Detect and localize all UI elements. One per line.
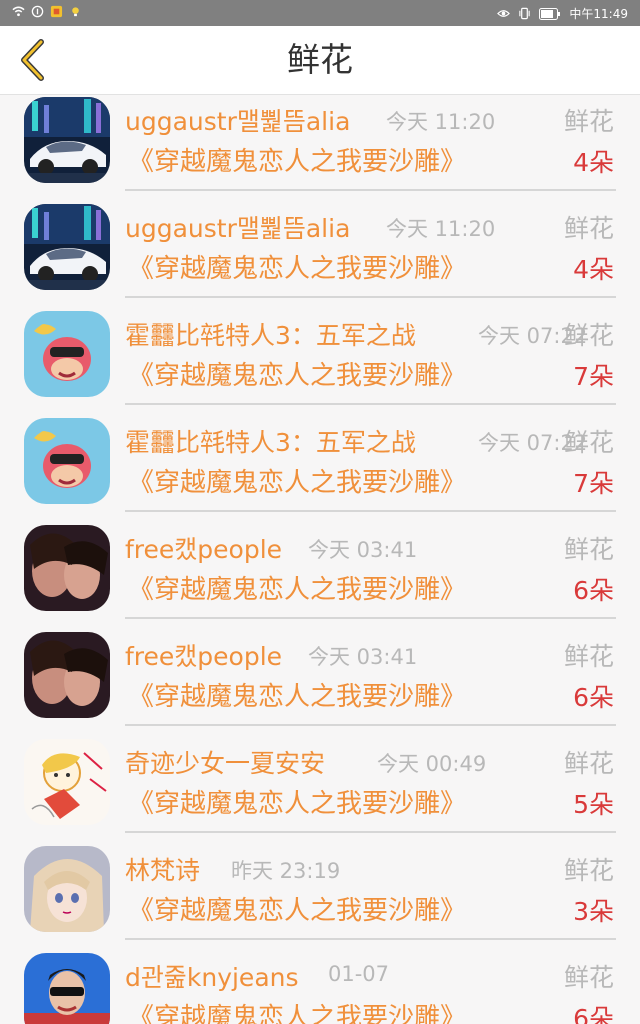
gift-count: 6朵 (573, 1004, 614, 1024)
gift-row[interactable]: 霍䨻比㲞特人3：五军之战 今天 07:22 鲜花 《穿越魔鬼恋人之我要沙雕》 7… (0, 298, 640, 405)
sender-name: uggaustr맬뿵뜸alia (125, 107, 351, 136)
gift-type: 鲜花 (563, 107, 614, 136)
status-time: 中午11:49 (569, 7, 628, 21)
gift-type: 鲜花 (563, 535, 614, 564)
book-title[interactable]: 《穿越魔鬼恋人之我要沙雕》 (128, 141, 466, 178)
anime-sketch-avatar-image (24, 739, 110, 825)
avatar[interactable] (24, 632, 110, 718)
gift-time: 今天 00:49 (377, 752, 487, 776)
gift-count: 4朵 (573, 255, 614, 284)
gift-count: 6朵 (573, 576, 614, 605)
gift-row[interactable]: 霍䨻比㲞特人3：五军之战 今天 07:22 鲜花 《穿越魔鬼恋人之我要沙雕》 7… (0, 405, 640, 512)
gift-count: 4朵 (573, 148, 614, 177)
gift-type: 鲜花 (563, 749, 614, 778)
gift-row[interactable]: free캤people 今天 03:41 鲜花 《穿越魔鬼恋人之我要沙雕》 6朵 (0, 512, 640, 619)
gift-row[interactable]: free캤people 今天 03:41 鲜花 《穿越魔鬼恋人之我要沙雕》 6朵 (0, 619, 640, 726)
book-title[interactable]: 《穿越魔鬼恋人之我要沙雕》 (128, 783, 466, 820)
gift-count: 7朵 (573, 469, 614, 498)
gift-type: 鲜花 (563, 214, 614, 243)
monkey-avatar-image (24, 418, 110, 504)
sender-name: 霍䨻比㲞特人3：五军之战 (125, 428, 416, 457)
monkey-avatar-image (24, 311, 110, 397)
gift-row[interactable]: uggaustr맬뿵뜸alia 今天 11:20 鲜花 《穿越魔鬼恋人之我要沙雕… (0, 191, 640, 298)
avatar[interactable] (24, 311, 110, 397)
avatar[interactable] (24, 846, 110, 932)
gift-time: 今天 03:41 (308, 538, 418, 562)
book-title[interactable]: 《穿越魔鬼恋人之我要沙雕》 (128, 890, 466, 927)
avatar[interactable] (24, 204, 110, 290)
gift-type: 鲜花 (563, 428, 614, 457)
data-icon (31, 5, 44, 18)
gift-time: 昨天 23:19 (231, 859, 341, 883)
sender-name: d관줊knyjeans (125, 963, 299, 992)
wifi-icon (12, 6, 25, 17)
gift-count: 7朵 (573, 362, 614, 391)
sender-name: 霍䨻比㲞特人3：五军之战 (125, 321, 416, 350)
photo-avatar-image (24, 632, 110, 718)
book-title[interactable]: 《穿越魔鬼恋人之我要沙雕》 (128, 248, 466, 285)
back-button[interactable] (10, 36, 54, 84)
gift-type: 鲜花 (563, 963, 614, 992)
eye-icon (497, 10, 511, 17)
chevron-left-icon (21, 39, 44, 81)
book-title[interactable]: 《穿越魔鬼恋人之我要沙雕》 (128, 569, 466, 606)
book-title[interactable]: 《穿越魔鬼恋人之我要沙雕》 (128, 676, 466, 713)
car-avatar-image (24, 204, 110, 290)
gift-type: 鲜花 (563, 642, 614, 671)
photo-avatar-image (24, 525, 110, 611)
status-right-icons: 中午11:49 (497, 5, 628, 22)
battery-icon (539, 7, 561, 20)
gift-count: 5朵 (573, 790, 614, 819)
book-title[interactable]: 《穿越魔鬼恋人之我要沙雕》 (128, 997, 466, 1024)
gift-row[interactable]: d관줊knyjeans 01-07 鲜花 《穿越魔鬼恋人之我要沙雕》 6朵 (0, 940, 640, 1024)
gift-list[interactable]: uggaustr맬뿵뜸alia 今天 11:20 鲜花 《穿越魔鬼恋人之我要沙雕… (0, 94, 640, 1024)
app-icon (50, 5, 63, 18)
avatar[interactable] (24, 97, 110, 183)
gift-row[interactable]: 奇迹少女一夏安安 今天 00:49 鲜花 《穿越魔鬼恋人之我要沙雕》 5朵 (0, 726, 640, 833)
page-title: 鲜花 (287, 40, 353, 79)
header-bar: 鲜花 (0, 26, 640, 95)
bulb-icon (72, 7, 79, 17)
anime-girl-avatar-image (24, 846, 110, 932)
gift-row[interactable]: uggaustr맬뿵뜸alia 今天 11:20 鲜花 《穿越魔鬼恋人之我要沙雕… (0, 94, 640, 191)
gift-count: 6朵 (573, 683, 614, 712)
sender-name: uggaustr맬뿵뜸alia (125, 214, 351, 243)
gift-count: 3朵 (573, 897, 614, 926)
avatar[interactable] (24, 525, 110, 611)
sender-name: free캤people (125, 642, 283, 671)
status-bar: 中午11:49 (0, 0, 640, 26)
avatar[interactable] (24, 418, 110, 504)
status-left-icons (12, 5, 82, 18)
gift-time: 今天 03:41 (308, 645, 418, 669)
book-title[interactable]: 《穿越魔鬼恋人之我要沙雕》 (128, 462, 466, 499)
sender-name: 奇迹少女一夏安安 (125, 749, 326, 778)
gift-type: 鲜花 (563, 856, 614, 885)
gift-time: 今天 11:20 (386, 217, 496, 241)
book-title[interactable]: 《穿越魔鬼恋人之我要沙雕》 (128, 355, 466, 392)
car-avatar-image (24, 97, 110, 183)
gift-time: 01-07 (328, 962, 390, 986)
vibrate-icon (519, 7, 531, 20)
gift-time: 今天 11:20 (386, 110, 496, 134)
sunglasses-avatar-image (24, 953, 110, 1024)
avatar[interactable] (24, 953, 110, 1024)
sender-name: 林梵诗 (125, 856, 201, 885)
gift-row[interactable]: 林梵诗 昨天 23:19 鲜花 《穿越魔鬼恋人之我要沙雕》 3朵 (0, 833, 640, 940)
gift-type: 鲜花 (563, 321, 614, 350)
sender-name: free캤people (125, 535, 283, 564)
avatar[interactable] (24, 739, 110, 825)
